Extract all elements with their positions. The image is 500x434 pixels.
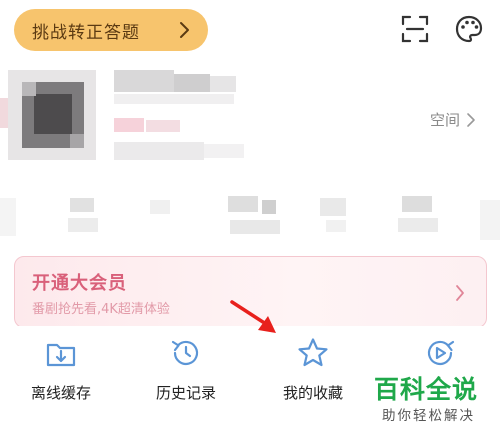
watermark-subtitle: 助你轻松解决 (382, 408, 475, 424)
vip-subtitle: 番剧抢先看,4K超清体验 (32, 302, 170, 317)
nav-label: 我的收藏 (282, 384, 343, 402)
theme-palette-icon[interactable] (454, 14, 484, 44)
challenge-quiz-button[interactable]: 挑战转正答题 (14, 9, 208, 51)
watch-later-icon (427, 340, 455, 366)
scan-icon[interactable] (400, 14, 430, 44)
nav-history[interactable]: 历史记录 (126, 336, 246, 416)
history-clock-icon (171, 340, 199, 366)
space-link[interactable]: 空间 (430, 109, 476, 130)
watermark-title: 百科全说 (374, 375, 479, 404)
chevron-right-icon (180, 22, 189, 38)
nav-label: 历史记录 (155, 384, 216, 402)
nav-label: 离线缓存 (30, 384, 91, 402)
nav-favorites[interactable]: 我的收藏 (253, 336, 373, 416)
red-pointer-arrow (230, 300, 276, 333)
vip-title: 开通大会员 (32, 273, 127, 294)
challenge-quiz-label: 挑战转正答题 (32, 22, 140, 43)
space-link-label: 空间 (430, 111, 461, 129)
chevron-right-icon (467, 112, 475, 127)
offline-download-icon (46, 343, 76, 367)
star-favorite-icon (298, 338, 328, 367)
chevron-right-icon (456, 285, 464, 301)
nav-offline-cache[interactable]: 离线缓存 (1, 336, 121, 416)
profile-area-blurred (0, 60, 500, 250)
